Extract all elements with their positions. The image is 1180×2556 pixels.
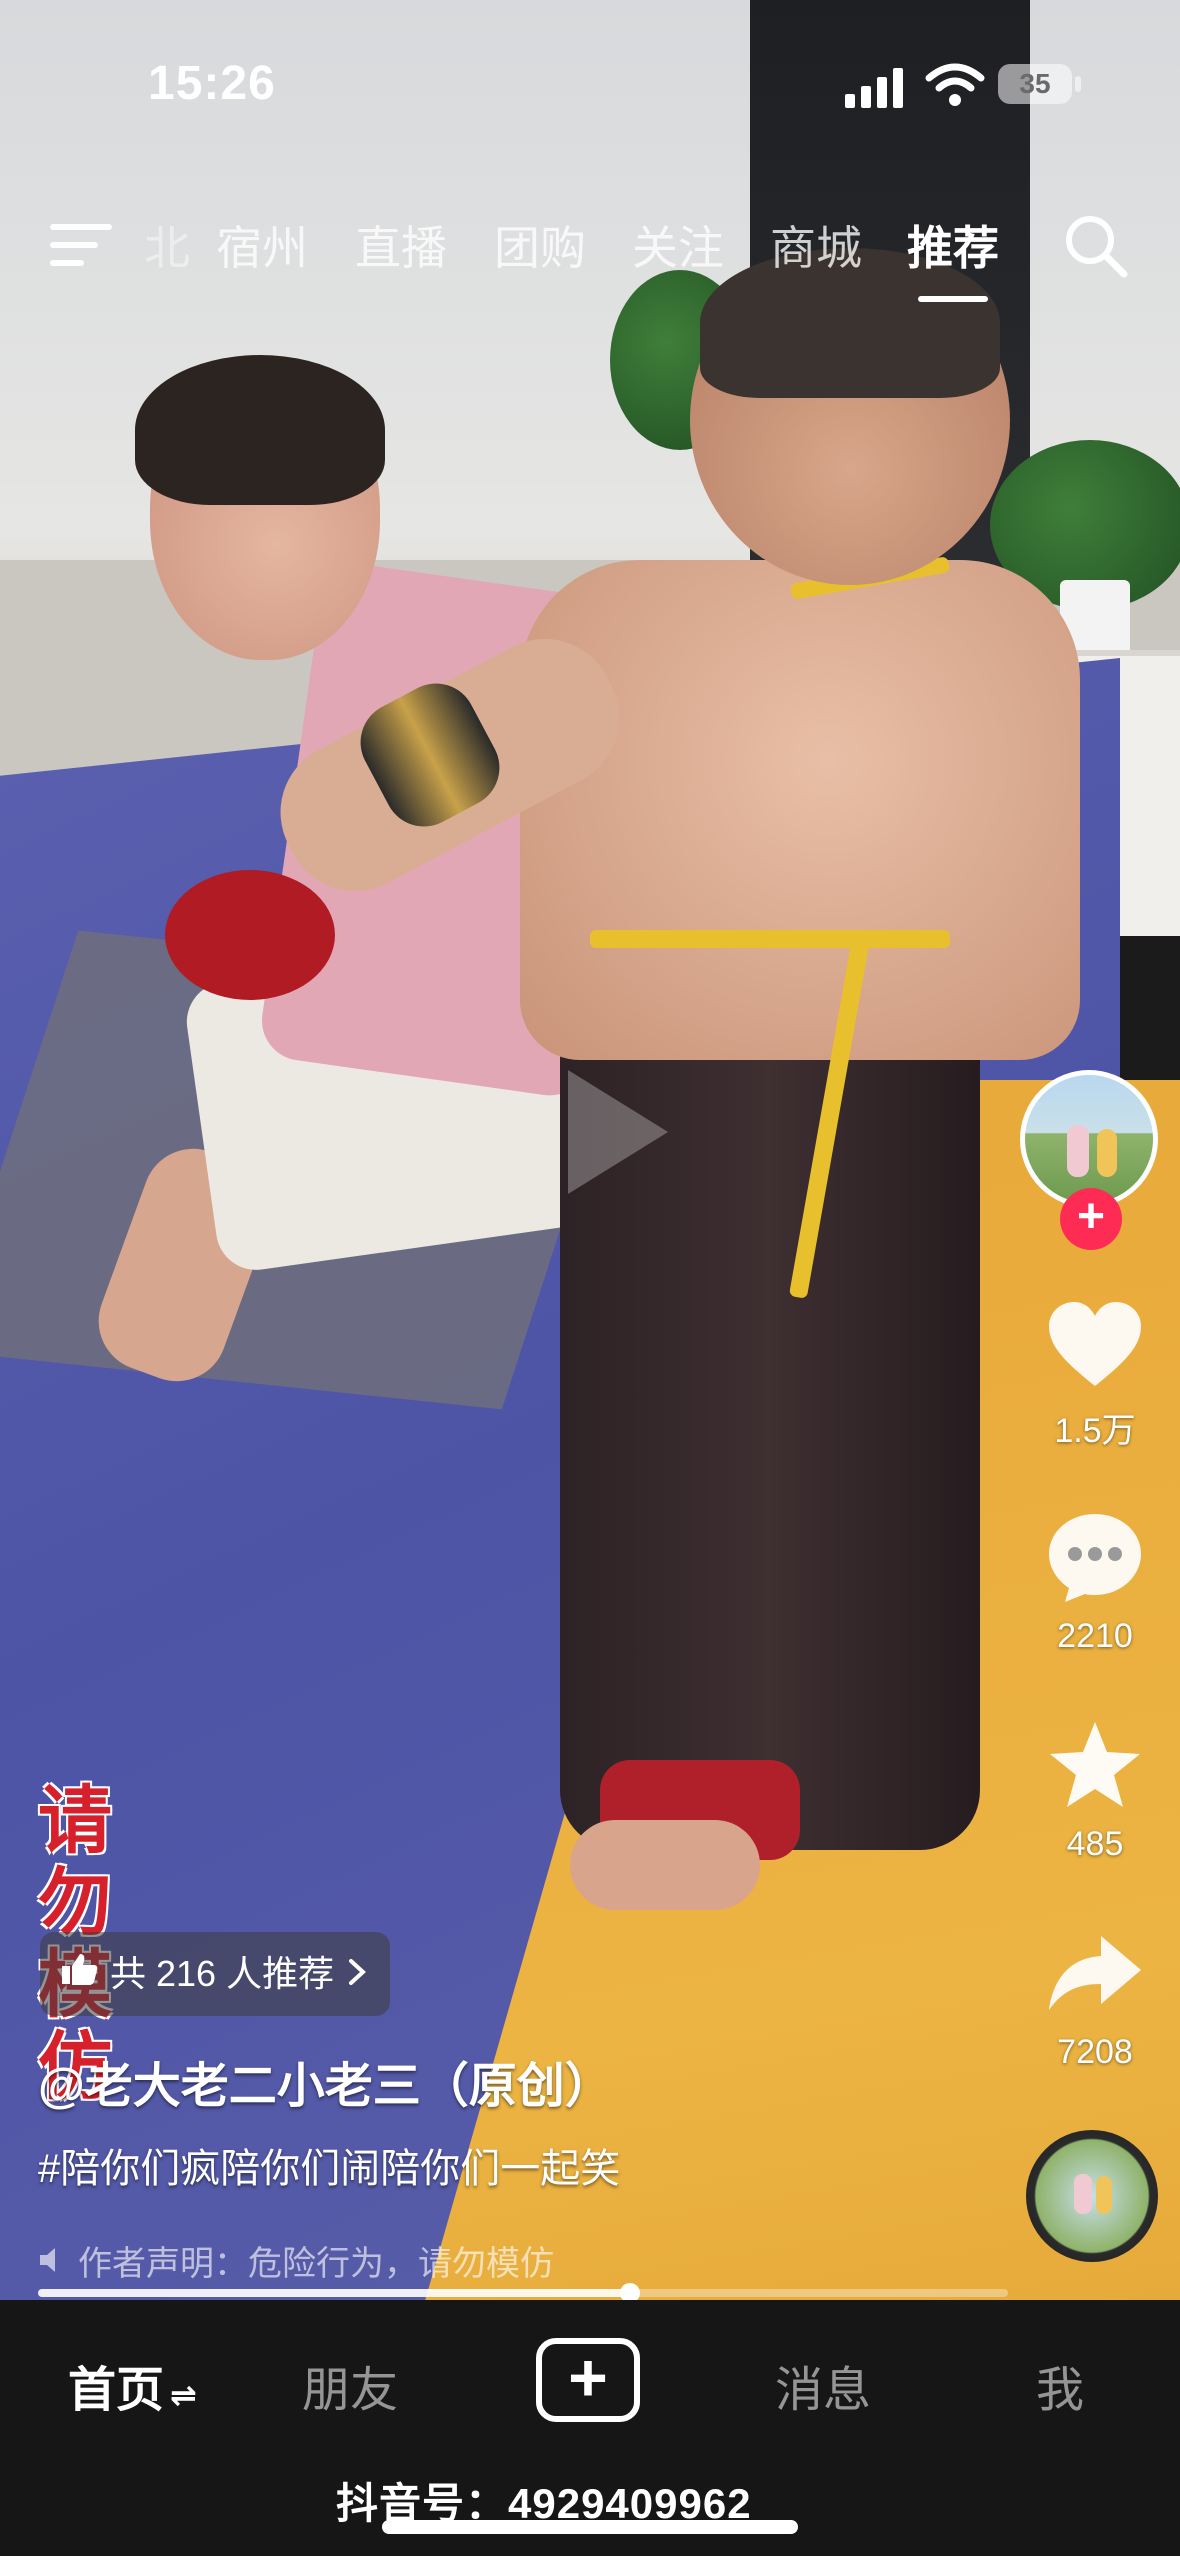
share-icon [1049, 1936, 1141, 2010]
video-boy-back [520, 560, 1080, 1060]
share-count: 7208 [1057, 2033, 1133, 2071]
tab-messages[interactable]: 消息 [775, 2350, 871, 2420]
thumbs-up-icon [60, 1932, 100, 2016]
wifi-icon [925, 63, 985, 106]
star-icon [1050, 1722, 1140, 1807]
cellular-signal-icon [845, 64, 905, 108]
author-name[interactable]: @老大老二小老三（原创） [38, 2046, 613, 2116]
plus-icon: + [568, 2340, 608, 2416]
follow-button[interactable]: + [1060, 1188, 1122, 1250]
app-screen: 15:26 35 北 宿州 直播 团购 关注 商城 推荐 + 1.5万 2210… [0, 0, 1180, 2556]
recommend-pill[interactable]: 共 216 人推荐 [40, 1932, 391, 2016]
tab-home[interactable]: 首页 ⇌ [68, 2350, 197, 2420]
comment-button[interactable]: 2210 [1010, 1510, 1180, 1656]
video-progress-bar[interactable] [38, 2283, 1008, 2303]
heart-icon [1049, 1302, 1141, 1386]
video-boy-foot [570, 1820, 760, 1910]
chevron-right-icon [348, 1932, 367, 2016]
tab-faded[interactable]: 北 [144, 212, 190, 278]
play-indicator-icon [568, 1070, 668, 1194]
bottom-tab-bar: 首页 ⇌ 朋友 + 消息 我 抖音号：4929409962 [0, 2300, 1180, 2556]
favorite-button[interactable]: 485 [1010, 1718, 1180, 1864]
battery-indicator: 35 [998, 64, 1072, 104]
search-icon[interactable] [1062, 212, 1130, 280]
comment-icon [1049, 1514, 1141, 1602]
video-hashtag[interactable]: #陪你们疯陪你们闹陪你们一起笑 [38, 2136, 620, 2194]
disclaimer-text: 作者声明：危险行为，请勿模仿 [78, 2245, 554, 2283]
favorite-count: 485 [1066, 1825, 1124, 1863]
top-nav: 北 宿州 直播 团购 关注 商城 推荐 [0, 200, 1180, 310]
swap-icon: ⇌ [170, 2377, 197, 2413]
tab-friends[interactable]: 朋友 [302, 2350, 398, 2420]
home-indicator[interactable] [382, 2520, 798, 2534]
tab-group-buy[interactable]: 团购 [494, 212, 586, 278]
battery-tip [1075, 76, 1081, 92]
video-boy-strap [590, 930, 950, 948]
video-progress-fill [38, 2289, 630, 2297]
like-count: 1.5万 [1054, 1412, 1136, 1450]
tab-recommended[interactable]: 推荐 [907, 212, 999, 278]
tab-live[interactable]: 直播 [355, 212, 447, 278]
video-boxing-glove [165, 870, 335, 1000]
status-time: 15:26 [148, 57, 276, 110]
tab-following[interactable]: 关注 [632, 212, 724, 278]
menu-icon[interactable] [50, 220, 118, 270]
like-button[interactable]: 1.5万 [1010, 1300, 1180, 1452]
tab-suzhou[interactable]: 宿州 [216, 212, 308, 278]
comment-count: 2210 [1057, 1617, 1133, 1655]
create-plus-button[interactable]: + [536, 2338, 640, 2422]
share-button[interactable]: 7208 [1010, 1930, 1180, 2072]
recommend-text: 共 216 人推荐 [110, 1953, 335, 1994]
speaker-icon [38, 2245, 78, 2284]
author-disclaimer: 作者声明：危险行为，请勿模仿 [38, 2236, 554, 2285]
tab-mall[interactable]: 商城 [770, 212, 862, 278]
video-girl-hair [135, 355, 385, 505]
status-bar: 15:26 35 [0, 0, 1180, 170]
tab-me[interactable]: 我 [1036, 2350, 1084, 2420]
active-tab-underline [918, 296, 988, 302]
music-disc[interactable] [1026, 2130, 1158, 2262]
